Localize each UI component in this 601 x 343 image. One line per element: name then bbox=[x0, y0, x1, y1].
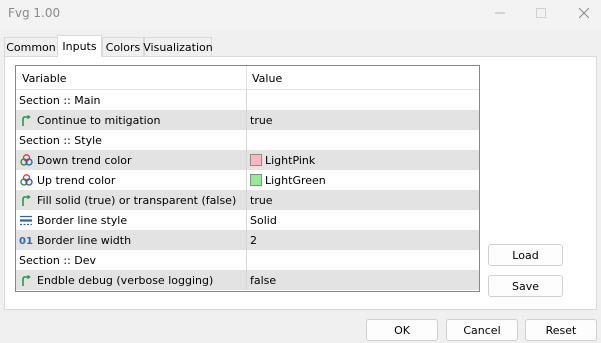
value-cell[interactable]: true bbox=[247, 110, 479, 130]
variable-label: Section :: Dev bbox=[19, 253, 97, 267]
inputs-grid[interactable]: Variable Value Section :: MainContinue t… bbox=[15, 65, 480, 292]
value-cell bbox=[247, 130, 479, 150]
close-icon bbox=[579, 8, 589, 18]
variable-label: Continue to mitigation bbox=[37, 113, 161, 127]
variable-cell: 01 Border line width bbox=[16, 230, 247, 250]
cancel-button[interactable]: Cancel bbox=[446, 319, 518, 341]
value-cell[interactable]: 2 bbox=[247, 230, 479, 250]
table-row[interactable]: Down trend color LightPink bbox=[16, 150, 479, 170]
value-text: Solid bbox=[250, 213, 277, 227]
window-title: Fvg 1.00 bbox=[8, 6, 61, 20]
bool-arrow-icon bbox=[19, 273, 33, 287]
table-row[interactable]: Section :: Style bbox=[16, 130, 479, 150]
column-header-value[interactable]: Value bbox=[247, 66, 479, 90]
tab-inputs[interactable]: Inputs bbox=[57, 35, 102, 57]
variable-cell: Continue to mitigation bbox=[16, 110, 247, 130]
value-cell[interactable]: false bbox=[247, 270, 479, 290]
value-cell[interactable]: Solid bbox=[247, 210, 479, 230]
grid-header: Variable Value bbox=[16, 66, 479, 90]
variable-cell: Down trend color bbox=[16, 150, 247, 170]
tab-label: Inputs bbox=[62, 40, 97, 53]
variable-label: Fill solid (true) or transparent (false) bbox=[37, 193, 237, 207]
color-swatch bbox=[250, 154, 262, 166]
bool-arrow-icon bbox=[19, 113, 33, 127]
variable-label: Border line style bbox=[37, 213, 128, 227]
variable-cell: Fill solid (true) or transparent (false) bbox=[16, 190, 247, 210]
variable-label: Section :: Main bbox=[19, 93, 101, 107]
table-row[interactable]: Up trend color LightGreen bbox=[16, 170, 479, 190]
tab-colors[interactable]: Colors bbox=[102, 37, 144, 56]
value-cell bbox=[247, 90, 479, 110]
maximize-icon bbox=[536, 8, 546, 18]
maximize-button[interactable] bbox=[524, 0, 558, 26]
load-button[interactable]: Load bbox=[488, 244, 563, 266]
minimize-icon bbox=[495, 12, 505, 14]
tab-label: Visualization bbox=[143, 40, 213, 54]
value-text: false bbox=[250, 273, 277, 287]
reset-button[interactable]: Reset bbox=[525, 319, 597, 341]
value-text: LightGreen bbox=[265, 173, 326, 187]
value-cell[interactable]: LightGreen bbox=[247, 170, 479, 190]
table-row[interactable]: Continue to mitigation true bbox=[16, 110, 479, 130]
value-cell[interactable]: LightPink bbox=[247, 150, 479, 170]
svg-text:01: 01 bbox=[19, 236, 33, 246]
variable-cell: Border line style bbox=[16, 210, 247, 230]
variable-label: Down trend color bbox=[37, 153, 132, 167]
close-button[interactable] bbox=[567, 0, 601, 26]
table-row[interactable]: Border line style Solid bbox=[16, 210, 479, 230]
line-style-icon bbox=[19, 213, 33, 227]
value-text: true bbox=[250, 193, 273, 207]
save-button[interactable]: Save bbox=[488, 275, 563, 297]
ok-button[interactable]: OK bbox=[366, 319, 438, 341]
bool-arrow-icon bbox=[19, 193, 33, 207]
variable-label: Border line width bbox=[37, 233, 132, 247]
color-swatch bbox=[250, 174, 262, 186]
tab-visualization[interactable]: Visualization bbox=[143, 37, 213, 56]
color-circles-icon bbox=[19, 173, 33, 187]
color-circles-icon bbox=[19, 153, 33, 167]
value-text: true bbox=[250, 113, 273, 127]
table-row[interactable]: Fill solid (true) or transparent (false)… bbox=[16, 190, 479, 210]
variable-label: Section :: Style bbox=[19, 133, 102, 147]
integer-icon: 01 bbox=[19, 233, 33, 247]
column-header-variable[interactable]: Variable bbox=[16, 66, 247, 90]
variable-cell: Up trend color bbox=[16, 170, 247, 190]
variable-label: Up trend color bbox=[37, 173, 116, 187]
value-cell[interactable]: true bbox=[247, 190, 479, 210]
minimize-button[interactable] bbox=[483, 0, 517, 26]
tab-label: Colors bbox=[105, 40, 141, 54]
tab-label: Common bbox=[6, 40, 56, 54]
variable-label: Endble debug (verbose logging) bbox=[37, 273, 214, 287]
value-text: 2 bbox=[250, 233, 257, 247]
tab-common[interactable]: Common bbox=[4, 37, 58, 56]
table-row[interactable]: 01 Border line width 2 bbox=[16, 230, 479, 250]
variable-cell: Section :: Style bbox=[16, 130, 247, 150]
value-text: LightPink bbox=[265, 153, 316, 167]
table-row[interactable]: Section :: Dev bbox=[16, 250, 479, 270]
value-cell bbox=[247, 250, 479, 270]
title-bar: Fvg 1.00 bbox=[0, 0, 601, 30]
variable-cell: Section :: Main bbox=[16, 90, 247, 110]
table-row[interactable]: Endble debug (verbose logging) false bbox=[16, 270, 479, 290]
variable-cell: Endble debug (verbose logging) bbox=[16, 270, 247, 290]
table-row[interactable]: Section :: Main bbox=[16, 90, 479, 110]
variable-cell: Section :: Dev bbox=[16, 250, 247, 270]
